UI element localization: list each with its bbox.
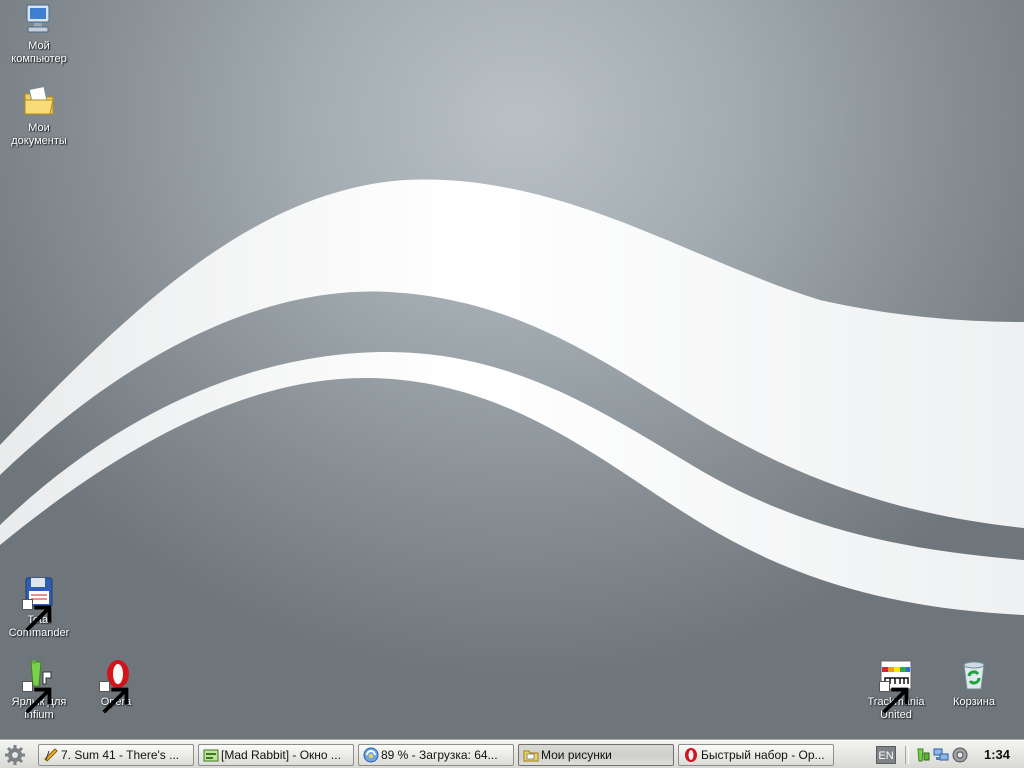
taskbar-button-label: 89 % - Загрузка: 64... [381,748,498,762]
desktop-icon-recycle-bin[interactable]: Корзина [936,658,1012,709]
shortcut-arrow-icon [879,681,909,714]
desktop-icon-label: Мой компьютер [11,40,67,65]
taskbar-button-my-pictures[interactable]: Мои рисунки [518,744,674,766]
desktop[interactable]: Мой компьютер Мои документы Total Comman… [0,0,1024,740]
desktop-icon-trackmania[interactable]: Trackmania United [858,658,934,722]
documents-folder-icon [22,84,56,118]
network-tray-icon[interactable] [933,747,949,763]
download-icon [363,747,379,763]
desktop-icon-infium[interactable]: Ярлык для infium [1,658,77,722]
wallpaper-wave-upper [0,179,1024,528]
shortcut-arrow-icon [99,681,129,714]
infium-tray-icon[interactable] [914,747,930,763]
floppy-disk-icon [22,576,56,632]
desktop-icon-label: Корзина [953,696,995,708]
tray-divider [905,746,909,764]
chat-window-icon [203,747,219,763]
taskbar-button-label: [Mad Rabbit] - Окно ... [221,748,341,762]
winamp-icon [43,747,59,763]
opera-icon [99,658,133,714]
system-clock[interactable]: 1:34 [974,741,1020,769]
desktop-icon-opera[interactable]: Opera [78,658,154,714]
taskbar: 7. Sum 41 - There's ... [Mad Rabbit] - О… [0,740,1024,768]
folder-icon [523,747,539,763]
computer-icon [22,2,56,36]
taskbar-button-winamp[interactable]: 7. Sum 41 - There's ... [38,744,194,766]
taskbar-button-label: Быстрый набор - Op... [701,748,825,762]
shortcut-arrow-icon [22,681,52,714]
desktop-icon-total-commander[interactable]: Total Commander [1,576,77,640]
wallpaper-waves [0,179,1024,615]
taskbar-button-opera[interactable]: Быстрый набор - Op... [678,744,834,766]
taskbar-button-label: 7. Sum 41 - There's ... [61,748,180,762]
desktop-icon-my-documents[interactable]: Мои документы [1,84,77,148]
desktop-icon-my-computer[interactable]: Мой компьютер [1,2,77,66]
recycle-bin-icon [957,658,991,692]
start-gear-icon [5,745,25,765]
taskbar-button-label: Мои рисунки [541,748,612,762]
opera-icon [683,747,699,763]
start-button[interactable] [2,744,28,766]
infium-icon [22,658,56,714]
taskbar-button-download[interactable]: 89 % - Загрузка: 64... [358,744,514,766]
volume-tray-icon[interactable] [952,747,968,763]
shortcut-arrow-icon [22,599,52,632]
desktop-icon-label: Мои документы [11,122,67,147]
language-indicator[interactable]: EN [876,746,896,764]
taskbar-button-chat-window[interactable]: [Mad Rabbit] - Окно ... [198,744,354,766]
trackmania-icon [879,658,913,714]
